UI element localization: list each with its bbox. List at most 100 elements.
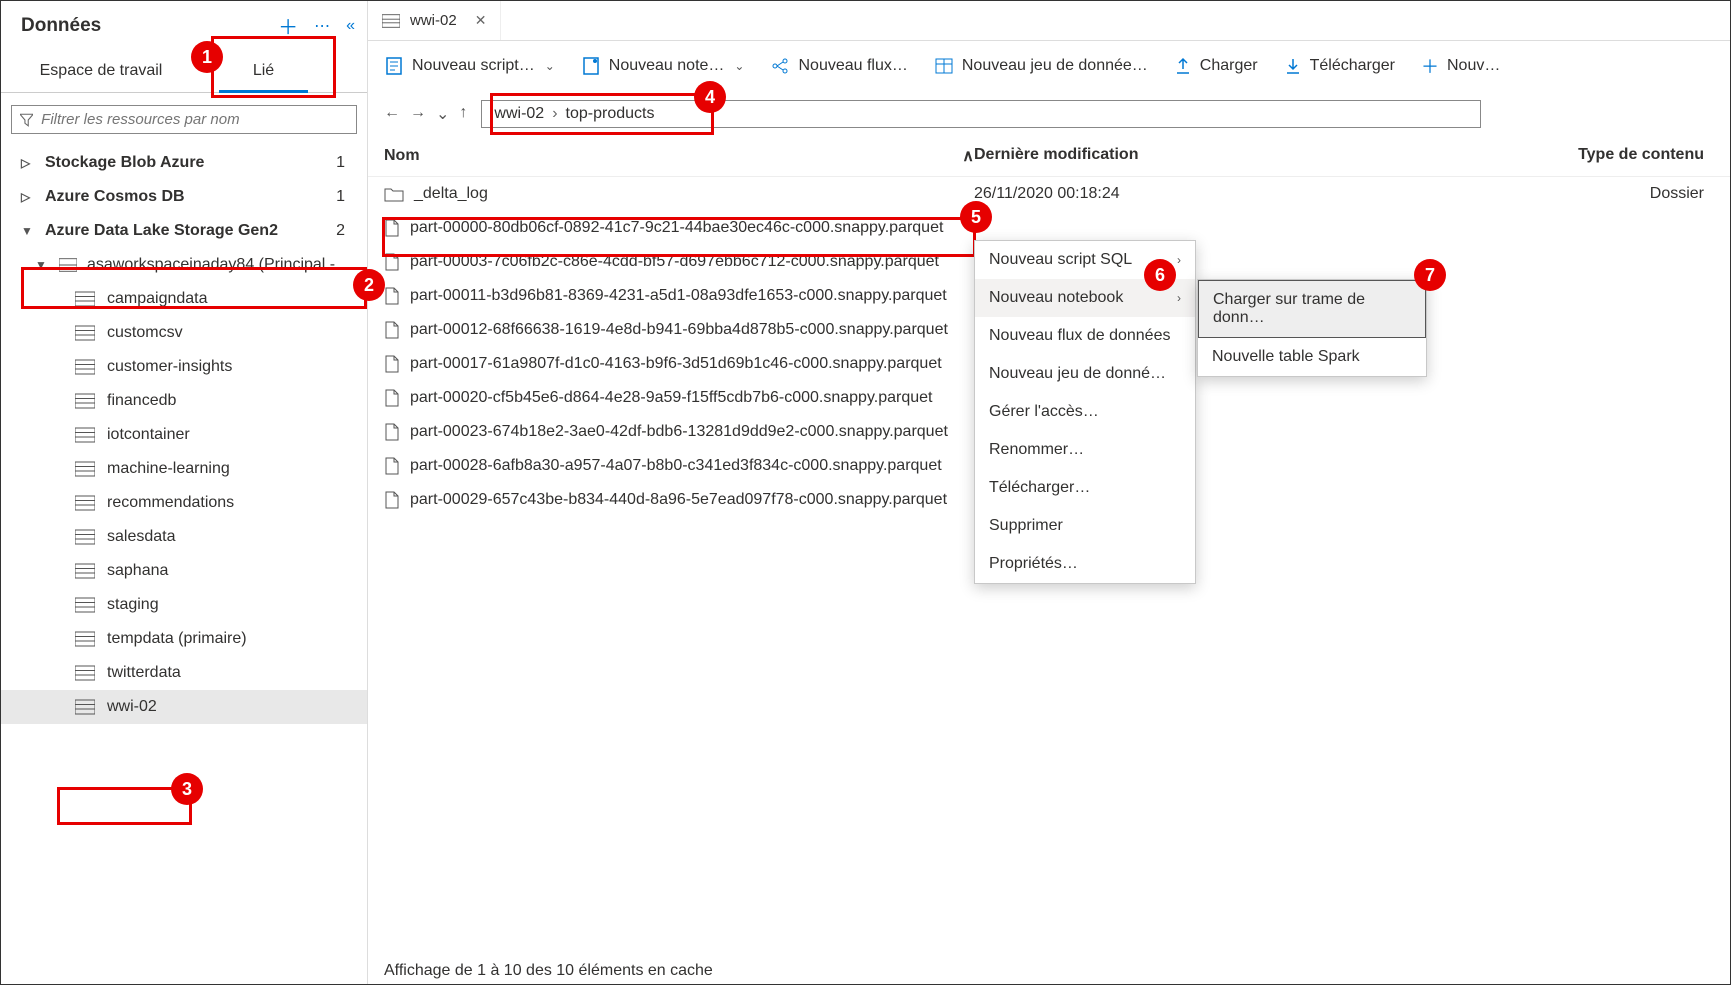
sidebar-title: Données [21,15,101,37]
tree-group-cosmos[interactable]: ▷ Azure Cosmos DB 1 [1,180,367,214]
callout-6: 6 [1144,259,1176,291]
resource-tree: ▷ Stockage Blob Azure 1 ▷ Azure Cosmos D… [1,146,367,984]
filter-input[interactable] [39,110,348,129]
tree-container[interactable]: iotcontainer [1,418,367,452]
chevron-down-icon: ▼ [21,224,37,238]
callout-1: 1 [191,41,223,73]
container-icon [75,597,95,613]
ctx-properties[interactable]: Propriétés… [975,545,1195,583]
nav-forward-icon[interactable]: → [410,104,426,124]
tree-container[interactable]: customcsv [1,316,367,350]
file-tab-wwi02[interactable]: wwi-02 ✕ [368,1,501,40]
container-icon [75,461,95,477]
container-icon [382,14,400,28]
sidebar: Données ＋ ⋯ « Espace de travail Lié ▷ St… [1,1,368,984]
chevron-right-icon: › [1177,291,1181,305]
container-icon [75,563,95,579]
tree-container[interactable]: staging [1,588,367,622]
nav-down-icon[interactable]: ⌄ [436,104,449,124]
container-icon [75,427,95,443]
new-dataflow-button[interactable]: Nouveau flux… [770,56,907,76]
tree-container[interactable]: financedb [1,384,367,418]
nav-back-icon[interactable]: ← [384,104,400,124]
nav-up-icon[interactable]: ↑ [459,104,467,124]
new-sql-script-button[interactable]: Nouveau script…⌄ [384,56,555,76]
tree-container[interactable]: customer-insights [1,350,367,384]
container-icon [75,393,95,409]
tree-container[interactable]: wwi-02 [1,690,367,724]
breadcrumb-folder[interactable]: top-products [566,105,655,123]
tab-workspace[interactable]: Espace de travail [1,50,201,92]
chevron-right-icon: ▷ [21,156,37,170]
filter-icon [20,113,33,127]
folder-row[interactable]: _delta_log26/11/2020 00:18:24Dossier [368,177,1730,211]
chevron-down-icon: ⌄ [734,59,744,73]
main-area: wwi-02 ✕ Nouveau script…⌄ Nouveau note…⌄… [368,1,1730,984]
container-icon [75,529,95,545]
col-header-name[interactable]: Nom ∧ [384,146,974,166]
file-icon [384,355,400,373]
new-dataset-button[interactable]: Nouveau jeu de donnée… [934,56,1148,76]
file-icon [384,287,400,305]
file-icon [384,219,400,237]
new-notebook-button[interactable]: Nouveau note…⌄ [581,56,745,76]
tree-container[interactable]: recommendations [1,486,367,520]
tree-group-adls[interactable]: ▼ Azure Data Lake Storage Gen2 2 [1,214,367,248]
upload-icon [1174,57,1192,75]
sort-asc-icon: ∧ [962,146,974,166]
col-header-modified[interactable]: Dernière modification [974,146,1284,166]
column-headers: Nom ∧ Dernière modification Type de cont… [368,136,1730,177]
file-icon [384,389,400,407]
ctx-rename[interactable]: Renommer… [975,431,1195,469]
chevron-down-icon: ⌄ [545,59,555,73]
file-icon [384,423,400,441]
tree-account[interactable]: ▼ asaworkspaceinaday84 (Principal - … [1,248,367,282]
ctx-download[interactable]: Télécharger… [975,469,1195,507]
callout-7: 7 [1414,259,1446,291]
tree-container[interactable]: machine-learning [1,452,367,486]
tree-container[interactable]: salesdata [1,520,367,554]
tree-container[interactable]: twitterdata [1,656,367,690]
callout-2: 2 [353,269,385,301]
add-icon[interactable]: ＋ [278,11,298,40]
download-button[interactable]: Télécharger [1284,57,1395,75]
chevron-right-icon: › [552,105,557,123]
ctx-delete[interactable]: Supprimer [975,507,1195,545]
chevron-down-icon: ▼ [35,258,51,272]
ctx-new-spark-table[interactable]: Nouvelle table Spark [1198,338,1426,376]
status-bar: Affichage de 1 à 10 des 10 éléments en c… [384,962,713,980]
container-icon [75,359,95,375]
chevron-right-icon: ▷ [21,190,37,204]
callout-4: 4 [694,81,726,113]
folder-icon [384,186,404,202]
notebook-icon [581,56,601,76]
breadcrumb[interactable]: wwi-02 › top-products [481,100,1481,128]
callout-5: 5 [960,201,992,233]
dataflow-icon [770,56,790,76]
file-tab-bar: wwi-02 ✕ [368,1,1730,41]
file-icon [384,321,400,339]
ctx-new-dataflow[interactable]: Nouveau flux de données [975,317,1195,355]
callout-3: 3 [171,773,203,805]
file-icon [384,253,400,271]
container-icon [75,495,95,511]
sidebar-tabs: Espace de travail Lié [1,50,367,93]
breadcrumb-root[interactable]: wwi-02 [494,105,544,123]
tree-container[interactable]: saphana [1,554,367,588]
upload-button[interactable]: Charger [1174,57,1258,75]
dataset-icon [934,56,954,76]
ctx-load-to-dataframe[interactable]: Charger sur trame de donn… [1198,280,1426,338]
ctx-manage-access[interactable]: Gérer l'accès… [975,393,1195,431]
close-icon[interactable]: ✕ [475,12,487,29]
ctx-new-dataset[interactable]: Nouveau jeu de donné… [975,355,1195,393]
new-folder-button[interactable]: ＋ Nouv… [1421,53,1500,79]
tree-container[interactable]: campaigndata [1,282,367,316]
tree-container[interactable]: tempdata (primaire) [1,622,367,656]
chevron-right-icon: › [1177,253,1181,267]
col-header-type[interactable]: Type de contenu [1514,146,1714,166]
filter-box[interactable] [11,105,357,134]
tree-group-blob[interactable]: ▷ Stockage Blob Azure 1 [1,146,367,180]
container-icon [75,325,95,341]
more-icon[interactable]: ⋯ [314,16,330,36]
collapse-icon[interactable]: « [346,17,355,35]
